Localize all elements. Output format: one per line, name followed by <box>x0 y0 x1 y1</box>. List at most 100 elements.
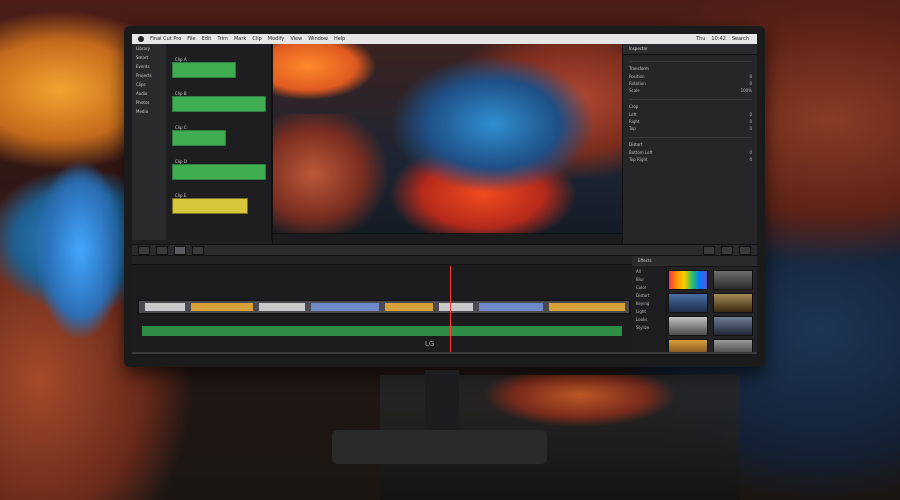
clip-label: Clip B <box>175 91 187 96</box>
timeline-segment[interactable] <box>479 303 543 311</box>
inspector-line-value[interactable]: 0 <box>749 112 752 117</box>
toolbar-button[interactable] <box>703 245 715 255</box>
effect-thumbnail[interactable] <box>712 316 753 336</box>
library-row[interactable]: Media <box>136 109 162 116</box>
inspector-section-name: Crop <box>629 104 639 109</box>
inspector-section-name: Transform <box>629 66 649 71</box>
menu-clip[interactable]: Clip <box>252 36 261 42</box>
menu-modify[interactable]: Modify <box>268 36 285 42</box>
timeline-audio-track[interactable] <box>142 326 622 336</box>
library-row[interactable]: Smart <box>136 55 162 62</box>
browser-clip[interactable]: Clip B <box>172 91 266 112</box>
screen: Final Cut Pro File Edit Trim Mark Clip M… <box>132 34 757 354</box>
inspector-line: Top Right 0 <box>629 157 752 162</box>
library-row[interactable]: Library <box>136 46 162 53</box>
timeline-main-track[interactable] <box>138 300 630 314</box>
library-row[interactable]: Clips <box>136 82 162 89</box>
toolbar-button-active[interactable] <box>174 245 186 255</box>
browser-clip[interactable]: Clip A <box>172 57 236 78</box>
inspector-line: Top 0 <box>629 126 752 131</box>
effects-thumbnails <box>668 270 754 354</box>
timeline-toolbar <box>132 244 757 256</box>
menu-help[interactable]: Help <box>334 36 345 42</box>
effects-category[interactable]: Distort <box>636 293 662 298</box>
inspector-title: Inspector <box>623 44 757 55</box>
inspector-line-value[interactable]: 100% <box>741 88 752 93</box>
inspector-section: Distort Bottom Left 0 Top Right 0 <box>629 137 752 162</box>
timeline-segment[interactable] <box>259 303 305 311</box>
timeline-segment[interactable] <box>145 303 185 311</box>
inspector-line-value[interactable]: 0 <box>749 119 752 124</box>
browser-clip[interactable]: Clip D <box>172 159 266 180</box>
clip-label: Clip D <box>175 159 187 164</box>
timeline-ruler[interactable] <box>132 256 632 265</box>
library-row[interactable]: Events <box>136 64 162 71</box>
effects-category[interactable]: Color <box>636 285 662 290</box>
timeline-segment[interactable] <box>439 303 473 311</box>
inspector-line-label: Top <box>629 126 636 131</box>
viewer-rock-bank <box>273 114 393 244</box>
inspector-line-label: Bottom Left <box>629 150 653 155</box>
timeline[interactable] <box>132 256 633 354</box>
browser-panel: Clip A Clip B Clip C Clip D Clip E <box>166 44 272 240</box>
inspector-line-label: Top Right <box>629 157 648 162</box>
menu-file[interactable]: File <box>187 36 195 42</box>
apple-icon[interactable] <box>138 36 144 42</box>
effect-thumbnail[interactable] <box>668 293 708 313</box>
inspector-line-value[interactable]: 0 <box>749 126 752 131</box>
inspector-line: Bottom Left 0 <box>629 150 752 155</box>
menu-edit[interactable]: Edit <box>202 36 212 42</box>
toolbar-button[interactable] <box>156 245 168 255</box>
timeline-segment[interactable] <box>549 303 625 311</box>
inspector-panel: Inspector Transform Position 0 Rotation … <box>622 44 757 244</box>
inspector-line-label: Scale <box>629 88 640 93</box>
menu-right-search[interactable]: Search <box>732 36 749 42</box>
effects-category[interactable]: Stylize <box>636 325 662 330</box>
effect-thumbnail[interactable] <box>668 270 708 290</box>
effects-category[interactable]: Blur <box>636 277 662 282</box>
library-row[interactable]: Audio <box>136 91 162 98</box>
inspector-line-value[interactable]: 0 <box>749 157 752 162</box>
effects-category[interactable]: All <box>636 269 662 274</box>
menu-right-items: Thu 10:42 Search <box>696 36 757 42</box>
effects-browser: Effects All Blur Color Distort Keying Li… <box>632 256 757 354</box>
monitor-stand-neck <box>425 370 459 434</box>
timeline-segment[interactable] <box>191 303 253 311</box>
browser-clip-selected[interactable]: Clip E <box>172 193 248 214</box>
toolbar-button[interactable] <box>192 245 204 255</box>
library-row[interactable]: Projects <box>136 73 162 80</box>
effects-categories: All Blur Color Distort Keying Light Look… <box>632 266 667 354</box>
inspector-line-value[interactable]: 0 <box>749 74 752 79</box>
effect-thumbnail[interactable] <box>712 270 753 290</box>
menu-view[interactable]: View <box>290 36 302 42</box>
timeline-segment[interactable] <box>311 303 379 311</box>
effect-thumbnail[interactable] <box>668 316 708 336</box>
effects-category[interactable]: Light <box>636 309 662 314</box>
toolbar-button[interactable] <box>721 245 733 255</box>
timeline-segment[interactable] <box>385 303 433 311</box>
inspector-section: Crop Left 0 Right 0 Top 0 <box>629 99 752 131</box>
inspector-section-name: Distort <box>629 142 643 147</box>
app-name[interactable]: Final Cut Pro <box>150 36 181 42</box>
menu-trim[interactable]: Trim <box>217 36 228 42</box>
inspector-line: Scale 100% <box>629 88 752 93</box>
inspector-line-label: Left <box>629 112 637 117</box>
monitor-chin <box>124 354 765 367</box>
menu-mark[interactable]: Mark <box>234 36 246 42</box>
toolbar-button[interactable] <box>739 245 751 255</box>
libraries-sidebar: Library Smart Events Projects Clips Audi… <box>132 44 167 240</box>
browser-clip[interactable]: Clip C <box>172 125 226 146</box>
inspector-line-label: Rotation <box>629 81 646 86</box>
menu-window[interactable]: Window <box>308 36 328 42</box>
inspector-line: Right 0 <box>629 119 752 124</box>
inspector-line-value[interactable]: 0 <box>749 150 752 155</box>
clip-label: Clip A <box>175 57 187 62</box>
viewer[interactable] <box>272 44 624 244</box>
toolbar-button[interactable] <box>138 245 150 255</box>
effect-thumbnail[interactable] <box>712 293 753 313</box>
inspector-line-value[interactable]: 0 <box>749 81 752 86</box>
monitor: Final Cut Pro File Edit Trim Mark Clip M… <box>124 26 765 367</box>
library-row[interactable]: Photos <box>136 100 162 107</box>
effects-category[interactable]: Keying <box>636 301 662 306</box>
effects-category[interactable]: Looks <box>636 317 662 322</box>
